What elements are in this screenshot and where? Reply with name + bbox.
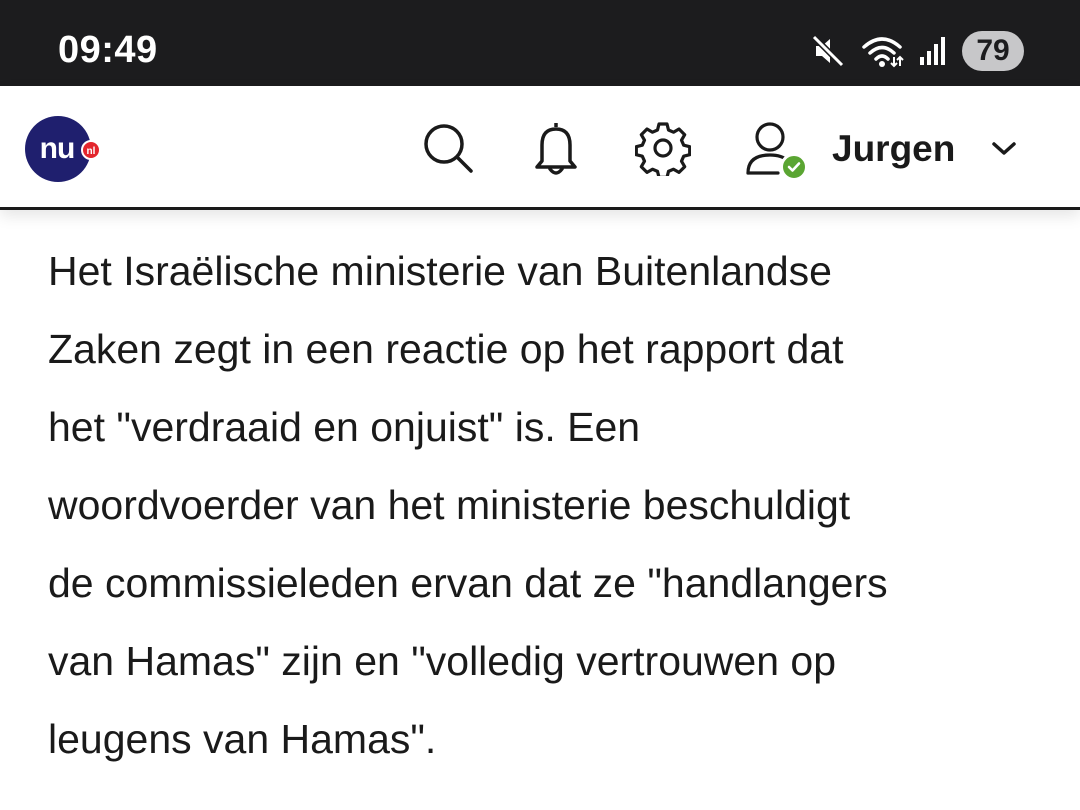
logo-badge: nl (81, 140, 101, 160)
user-name: Jurgen (832, 128, 956, 169)
cellular-signal-icon (918, 33, 948, 69)
status-icons: 79 (810, 28, 1024, 74)
chevron-down-icon (989, 134, 1019, 164)
mute-icon (810, 33, 846, 69)
logo-text: nu (39, 132, 76, 165)
battery-icon: 79 (962, 31, 1024, 71)
search-icon (420, 120, 476, 181)
search-button[interactable] (418, 120, 478, 180)
wifi-icon (860, 33, 904, 69)
article-paragraph: Het Israëlische ministerie van Buitenlan… (48, 248, 888, 762)
verified-check-icon (780, 153, 808, 181)
notifications-button[interactable] (526, 120, 586, 180)
gear-icon (634, 120, 692, 181)
article-body: Het Israëlische ministerie van Buitenlan… (48, 232, 1048, 778)
user-menu[interactable]: Jurgen (742, 114, 1019, 184)
bell-icon (530, 119, 582, 182)
status-time: 09:49 (58, 29, 158, 71)
app-header: nu nl Jurgen (0, 86, 1080, 210)
settings-button[interactable] (633, 120, 693, 180)
nu-nl-logo[interactable]: nu nl (25, 116, 101, 182)
avatar (742, 117, 808, 181)
status-bar: 09:49 79 (0, 0, 1080, 86)
